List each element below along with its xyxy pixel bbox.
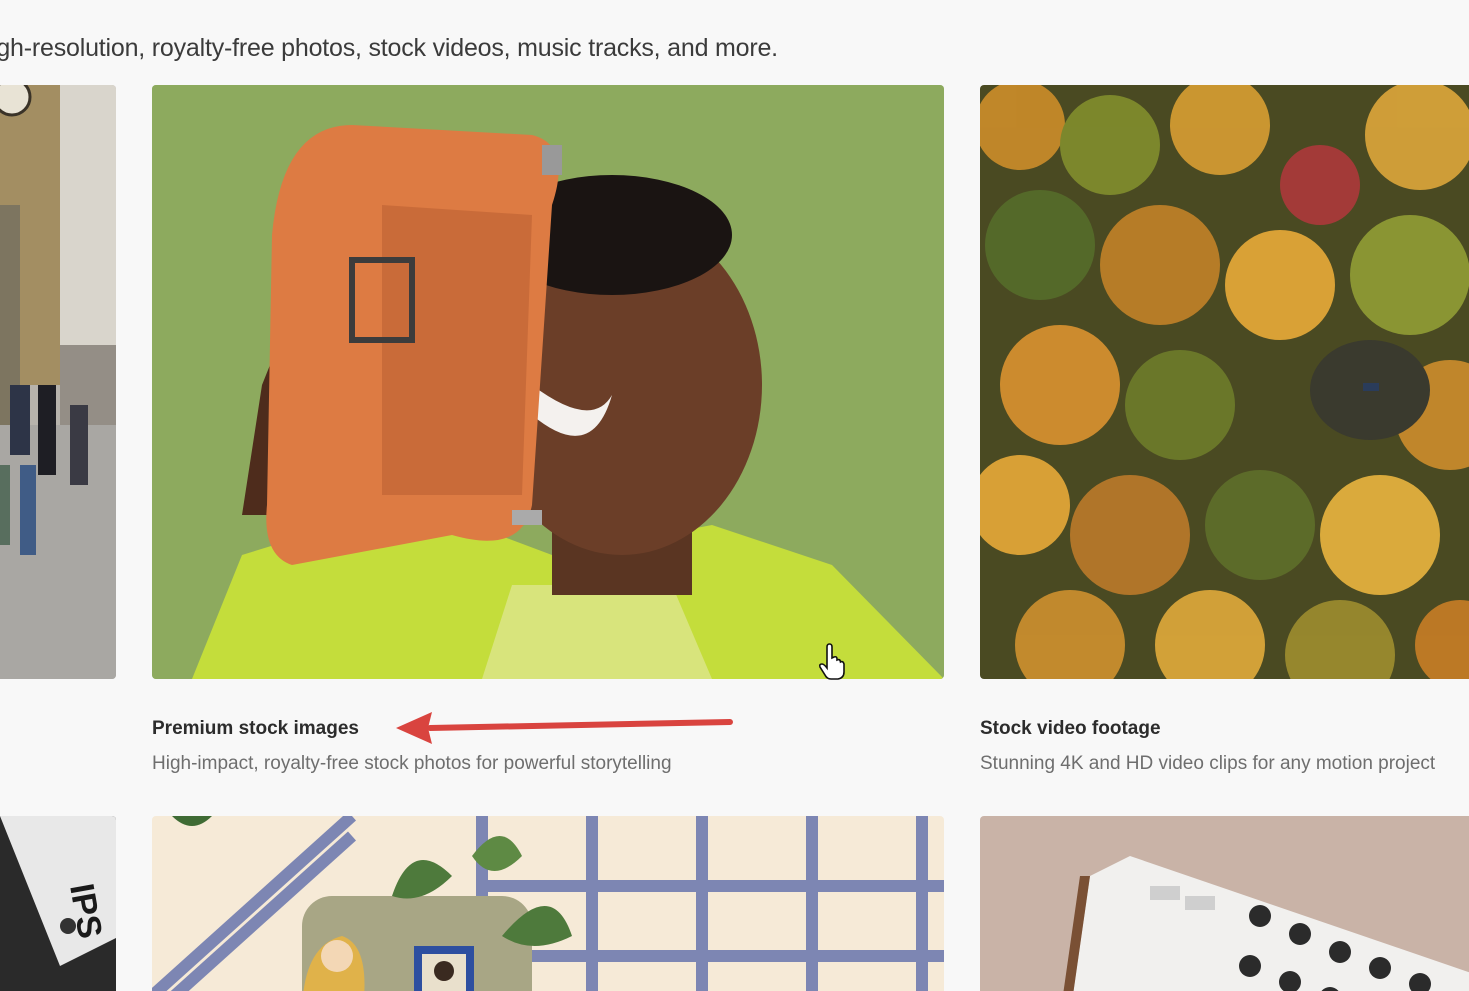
audio-mixer-image: [980, 816, 1469, 991]
partial-tile-middle-bottom[interactable]: [152, 816, 944, 991]
illustration-plants-grid-image: [152, 816, 944, 991]
partial-tile-left-top[interactable]: [0, 85, 116, 679]
card-desc-stock-video-footage: Stunning 4K and HD video clips for any m…: [980, 753, 1436, 774]
card-title-premium-stock-images[interactable]: Premium stock images: [152, 718, 359, 740]
partial-tile-right-bottom[interactable]: [980, 816, 1469, 991]
partial-tile-left-bottom[interactable]: IPS: [0, 816, 116, 991]
card-desc-premium-stock-images: High-impact, royalty-free stock photos f…: [152, 753, 672, 774]
stock-video-footage-tile[interactable]: [980, 85, 1469, 679]
london-street-image: [0, 85, 116, 679]
intro-text: igh-resolution, royalty-free photos, sto…: [0, 34, 778, 62]
packaging-mockup-image: IPS: [0, 816, 116, 991]
stock-page: igh-resolution, royalty-free photos, sto…: [0, 0, 1469, 991]
autumn-forest-image: [980, 85, 1469, 679]
premium-stock-images-tile[interactable]: [152, 85, 944, 679]
woman-orange-bag-image: [152, 85, 944, 679]
hand-pointer-icon: [818, 643, 845, 680]
card-title-stock-video-footage[interactable]: Stock video footage: [980, 718, 1161, 740]
red-arrow-annotation: [396, 712, 733, 744]
